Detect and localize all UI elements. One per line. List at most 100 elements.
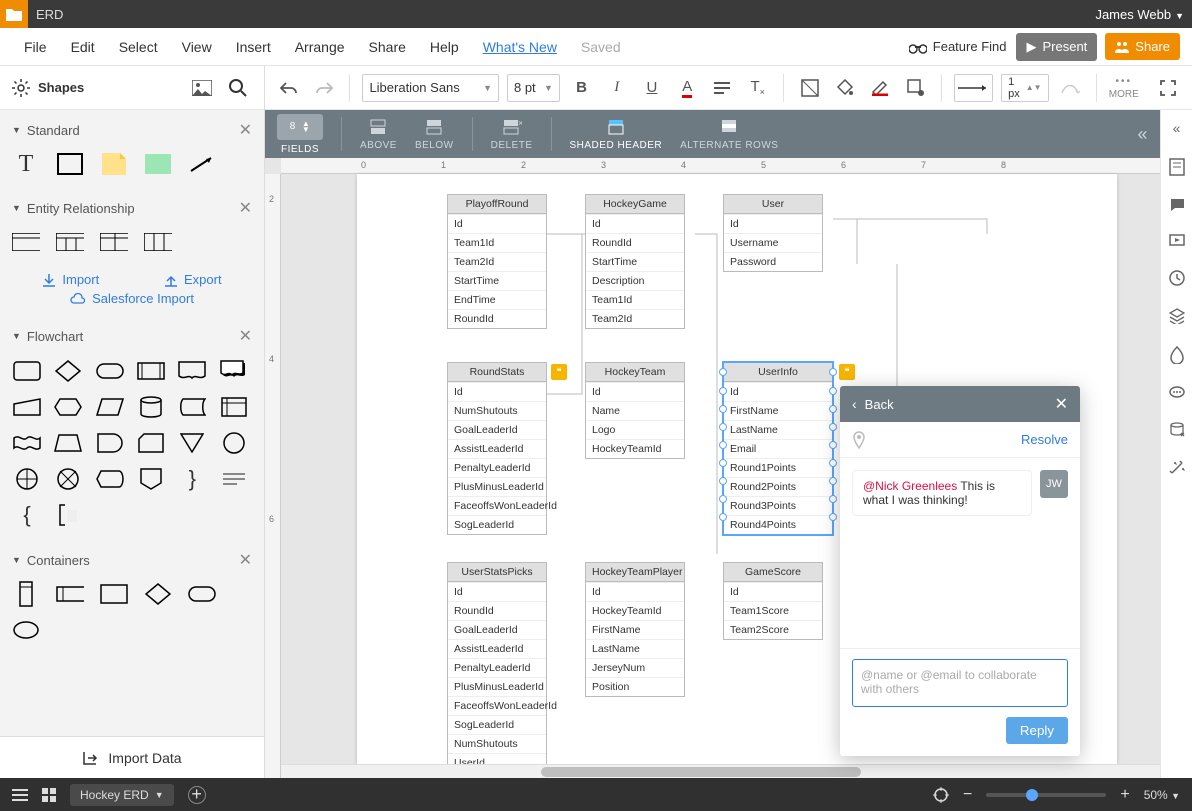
feature-find[interactable]: Feature Find [909, 39, 1007, 54]
caret-down-icon[interactable]: ▼ [12, 203, 21, 213]
border-color-button[interactable] [867, 74, 894, 102]
zoom-in-button[interactable]: + [1120, 786, 1129, 804]
fill-color-button[interactable] [832, 74, 859, 102]
close-icon[interactable]: ✕ [239, 120, 252, 140]
flow-brace[interactable]: } [177, 466, 207, 492]
entity-playoff-round[interactable]: PlayoffRound Id Team1Id Team2Id StartTim… [447, 194, 547, 329]
line-style-select[interactable] [954, 74, 993, 102]
caret-down-icon[interactable]: ▼ [12, 555, 21, 565]
clear-format-button[interactable]: T× [744, 74, 771, 102]
history-icon[interactable] [1169, 270, 1185, 286]
redo-button[interactable] [310, 74, 337, 102]
flow-or[interactable] [53, 466, 83, 492]
container-4[interactable] [144, 582, 172, 606]
section-er[interactable]: Entity Relationship [27, 201, 239, 216]
menu-select[interactable]: Select [107, 39, 170, 55]
horizontal-scrollbar[interactable] [281, 764, 1160, 778]
entity-user-stats-picks[interactable]: UserStatsPicks Id RoundId GoalLeaderId A… [447, 562, 547, 773]
entity-game-score[interactable]: GameScore Id Team1Score Team2Score [723, 562, 823, 640]
flow-stored-data[interactable] [177, 394, 207, 420]
flow-sum[interactable] [12, 466, 42, 492]
container-1[interactable] [12, 582, 40, 606]
flow-hexagon[interactable] [53, 394, 83, 420]
entity-hockey-team-player[interactable]: HockeyTeamPlayer Id HockeyTeamId FirstNa… [585, 562, 685, 697]
comments-icon[interactable] [1169, 198, 1185, 212]
font-size-select[interactable]: 8 pt▼ [507, 74, 560, 102]
flow-predef[interactable] [136, 358, 166, 384]
gear-icon[interactable] [12, 79, 30, 97]
flow-square-bracket[interactable] [53, 502, 83, 528]
menu-insert[interactable]: Insert [224, 39, 283, 55]
flow-manual-input[interactable] [12, 394, 42, 420]
er-export[interactable]: Export [164, 272, 222, 287]
flow-merge[interactable] [177, 430, 207, 456]
import-data-button[interactable]: Import Data [0, 736, 264, 778]
shape-options-button[interactable] [902, 74, 929, 102]
reply-button[interactable]: Reply [1006, 717, 1068, 744]
bold-button[interactable]: B [568, 74, 595, 102]
entity-user-info[interactable]: UserInfo Id FirstName LastName Email Rou… [723, 362, 833, 535]
entity-hockey-team[interactable]: HockeyTeam Id Name Logo HockeyTeamId [585, 362, 685, 459]
chat-icon[interactable] [1169, 386, 1185, 400]
menu-whats-new[interactable]: What's New [471, 39, 569, 55]
er-table-4[interactable] [144, 230, 172, 254]
add-below-button[interactable]: BELOW [415, 118, 454, 151]
er-import[interactable]: Import [42, 272, 99, 287]
block-shape[interactable] [144, 152, 172, 176]
close-icon[interactable]: ✕ [239, 326, 252, 346]
er-table-3[interactable] [100, 230, 128, 254]
present-icon[interactable] [1169, 234, 1185, 248]
share-button[interactable]: Share [1105, 33, 1180, 60]
flow-tape[interactable] [12, 430, 42, 456]
underline-button[interactable]: U [638, 74, 665, 102]
flow-parallelogram[interactable] [95, 394, 125, 420]
line-width-select[interactable]: 1 px▲▼ [1001, 74, 1048, 102]
fullscreen-button[interactable] [1155, 74, 1182, 102]
flow-diamond[interactable] [53, 358, 83, 384]
add-page-button[interactable]: + [188, 786, 206, 804]
grid-view-icon[interactable] [42, 788, 56, 802]
menu-share[interactable]: Share [357, 39, 418, 55]
flow-note[interactable] [219, 466, 249, 492]
note-shape[interactable] [100, 152, 128, 176]
container-5[interactable] [188, 582, 216, 606]
zoom-value[interactable]: 50% ▼ [1144, 788, 1180, 802]
section-flowchart[interactable]: Flowchart [27, 329, 239, 344]
flow-display[interactable] [95, 466, 125, 492]
menu-help[interactable]: Help [418, 39, 471, 55]
menu-edit[interactable]: Edit [59, 39, 107, 55]
close-icon[interactable]: ✕ [239, 550, 252, 570]
add-above-button[interactable]: ABOVE [360, 118, 397, 151]
image-icon[interactable] [188, 74, 216, 102]
undo-button[interactable] [275, 74, 302, 102]
close-icon[interactable]: ✕ [1055, 394, 1068, 414]
flow-offpage[interactable] [136, 466, 166, 492]
flow-rect[interactable] [12, 358, 42, 384]
search-icon[interactable] [224, 74, 252, 102]
page-tab[interactable]: Hockey ERD ▼ [70, 784, 174, 806]
doc-title[interactable]: ERD [36, 7, 63, 22]
fields-count-input[interactable]: 8 ▲▼ [277, 114, 323, 140]
zoom-slider[interactable] [986, 793, 1106, 797]
page-icon[interactable] [1169, 158, 1185, 176]
list-view-icon[interactable] [12, 788, 28, 802]
section-standard[interactable]: Standard [27, 123, 239, 138]
flow-delay[interactable] [95, 430, 125, 456]
entity-user[interactable]: User Id Username Password [723, 194, 823, 272]
comment-badge-icon[interactable]: ❝ [551, 364, 567, 380]
app-folder-icon[interactable] [0, 0, 28, 28]
pin-icon[interactable] [852, 431, 866, 449]
section-containers[interactable]: Containers [27, 553, 239, 568]
align-button[interactable] [709, 74, 736, 102]
entity-hockey-game[interactable]: HockeyGame Id RoundId StartTime Descript… [585, 194, 685, 329]
text-color-button[interactable]: A [674, 74, 701, 102]
flow-card[interactable] [136, 430, 166, 456]
flow-brace-left[interactable]: { [12, 502, 42, 528]
entity-round-stats[interactable]: RoundStats Id NumShutouts GoalLeaderId A… [447, 362, 547, 535]
target-icon[interactable] [933, 787, 949, 803]
italic-button[interactable]: I [603, 74, 630, 102]
flow-database[interactable] [136, 394, 166, 420]
menu-file[interactable]: File [12, 39, 59, 55]
container-2[interactable] [56, 582, 84, 606]
arrow-shape[interactable] [188, 152, 216, 176]
